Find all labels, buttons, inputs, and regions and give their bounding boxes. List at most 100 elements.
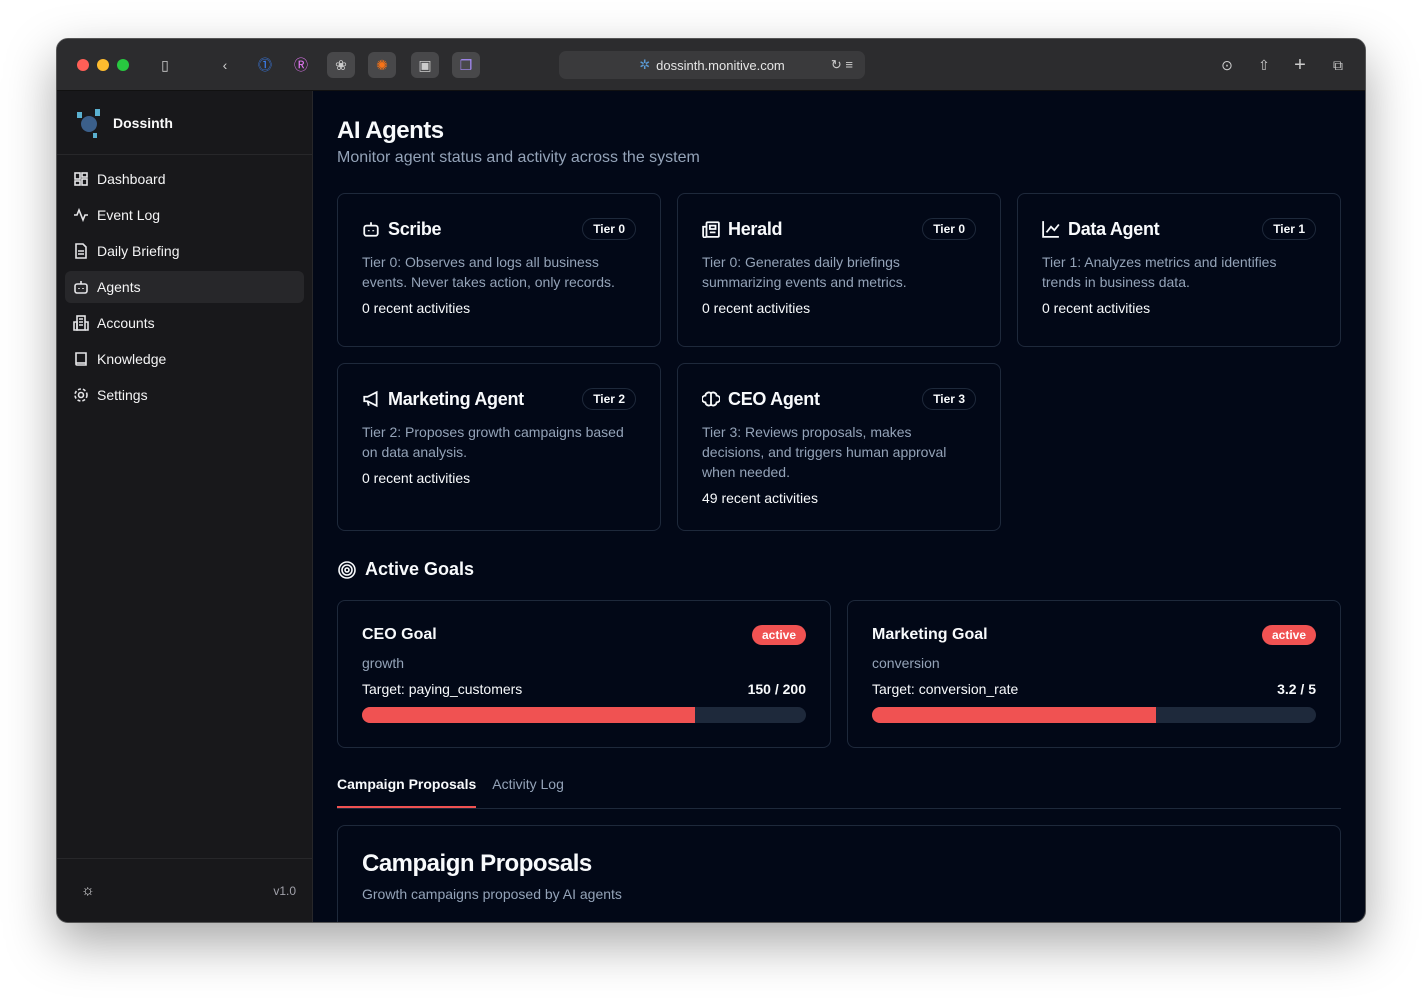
grid-icon bbox=[74, 172, 88, 186]
goal-target: Target: paying_customers bbox=[362, 681, 523, 697]
activity-count: 49 recent activities bbox=[702, 490, 818, 506]
agent-description: Tier 3: Reviews proposals, makes decisio… bbox=[702, 424, 947, 480]
goal-name: Marketing Goal bbox=[872, 626, 988, 643]
campaign-proposals-card: Campaign Proposals Growth campaigns prop… bbox=[337, 825, 1341, 922]
status-badge: active bbox=[1261, 625, 1316, 645]
password-extension-icon[interactable]: ⓵ bbox=[251, 52, 279, 78]
progress-fill bbox=[872, 707, 1157, 723]
sidebar-item-label: Accounts bbox=[97, 315, 155, 331]
file-icon bbox=[75, 243, 87, 259]
sidebar-item-label: Daily Briefing bbox=[97, 243, 180, 259]
agent-card[interactable]: Herald Tier 0 Tier 0: Generates daily brie… bbox=[677, 193, 1001, 347]
progress-fill bbox=[362, 707, 695, 723]
app-tab-icon[interactable]: ▣ bbox=[411, 52, 439, 78]
sidebar-item-agents[interactable]: Agents bbox=[65, 271, 304, 303]
r-extension-icon[interactable]: Ⓡ bbox=[287, 52, 315, 78]
activity-count: 0 recent activities bbox=[362, 470, 471, 486]
agent-description: Tier 1: Analyzes metrics and identifies … bbox=[1042, 254, 1277, 290]
goal-target: Target: conversion_rate bbox=[872, 681, 1019, 697]
reload-icon[interactable]: ↻ ≡ bbox=[831, 57, 853, 73]
progress-bar bbox=[362, 707, 806, 723]
tabs-tab-icon[interactable]: ❐ bbox=[452, 52, 480, 78]
app-name: Dossinth bbox=[113, 114, 173, 131]
agent-card[interactable]: Data Agent Tier 1 Tier 1: Analyzes metrics… bbox=[1017, 193, 1341, 347]
agent-card[interactable]: Scribe Tier 0 Tier 0: Observes and logs al… bbox=[337, 193, 661, 347]
sidebar-item-accounts[interactable]: Accounts bbox=[65, 307, 304, 339]
megaphone-icon bbox=[363, 390, 378, 408]
download-icon[interactable]: ⊙ bbox=[1213, 52, 1241, 78]
url-text: dossinth.monitive.com bbox=[656, 57, 785, 73]
theme-toggle-icon[interactable]: ☼ bbox=[81, 882, 95, 899]
proposals-title: Campaign Proposals bbox=[362, 850, 592, 877]
maximize-button[interactable] bbox=[117, 59, 129, 71]
sidebar: Dossinth Dashboard Event Log Daily Briefin… bbox=[57, 91, 313, 922]
sidebar-footer: ☼ v1.0 bbox=[57, 858, 312, 922]
sidebar-item-label: Dashboard bbox=[97, 171, 166, 187]
goal-category: conversion bbox=[872, 655, 940, 671]
agent-card[interactable]: CEO Agent Tier 3 Tier 3: Reviews proposals… bbox=[677, 363, 1001, 531]
goal-card: CEO Goal active growth Target: paying_custo… bbox=[337, 600, 831, 748]
minimize-button[interactable] bbox=[97, 59, 109, 71]
tab-activity-log[interactable]: Activity Log bbox=[492, 776, 564, 808]
tier-badge: Tier 0 bbox=[582, 218, 636, 240]
sidebar-item-label: Event Log bbox=[97, 207, 161, 223]
tab-overview-icon[interactable]: ⧉ bbox=[1324, 52, 1352, 78]
share-icon[interactable]: ⇧ bbox=[1250, 52, 1278, 78]
chatgpt-tab-icon[interactable]: ❀ bbox=[327, 52, 355, 78]
new-tab-icon[interactable]: + bbox=[1286, 52, 1314, 78]
goal-name: CEO Goal bbox=[362, 626, 437, 643]
goal-progress-text: 3.2 / 5 bbox=[1277, 681, 1316, 697]
sidebar-item-dashboard[interactable]: Dashboard bbox=[65, 163, 304, 195]
active-goals-heading: Active Goals bbox=[337, 559, 1341, 580]
building-icon bbox=[73, 315, 89, 331]
proposals-subtitle: Growth campaigns proposed by AI agents bbox=[362, 886, 622, 902]
bot-icon bbox=[363, 222, 379, 237]
claude-tab-icon[interactable]: ✺ bbox=[368, 52, 396, 78]
agent-description: Tier 2: Proposes growth campaigns based … bbox=[362, 424, 624, 460]
newspaper-icon bbox=[702, 221, 720, 238]
agent-name: Scribe bbox=[388, 218, 442, 239]
agent-card[interactable]: Marketing Agent Tier 2 Tier 2: Proposes gr… bbox=[337, 363, 661, 531]
tab-bar: Campaign Proposals Activity Log bbox=[337, 776, 1341, 809]
agents-grid: Scribe Tier 0 Tier 0: Observes and logs al… bbox=[337, 193, 1341, 531]
sidebar-toggle-icon[interactable]: ▯ bbox=[151, 52, 179, 78]
agent-name: CEO Agent bbox=[728, 388, 820, 409]
target-icon bbox=[338, 560, 356, 579]
goal-category: growth bbox=[362, 655, 405, 671]
agent-name: Herald bbox=[728, 218, 783, 239]
page-title: AI Agents bbox=[337, 117, 444, 144]
tier-badge: Tier 3 bbox=[922, 388, 976, 410]
version-label: v1.0 bbox=[273, 883, 296, 898]
back-icon[interactable]: ‹ bbox=[211, 52, 239, 78]
line-chart-icon bbox=[1042, 221, 1060, 238]
activity-count: 0 recent activities bbox=[362, 300, 471, 316]
section-title: Active Goals bbox=[365, 559, 475, 579]
goal-card: Marketing Goal active conversion Target: co… bbox=[847, 600, 1341, 748]
site-icon: ✲ bbox=[639, 57, 651, 72]
sidebar-item-event-log[interactable]: Event Log bbox=[65, 199, 304, 231]
goals-grid: CEO Goal active growth Target: paying_custo… bbox=[337, 600, 1341, 748]
goal-progress-text: 150 / 200 bbox=[747, 681, 806, 697]
status-badge: active bbox=[751, 625, 806, 645]
progress-bar bbox=[872, 707, 1316, 723]
agent-name: Data Agent bbox=[1068, 218, 1160, 239]
sidebar-item-daily-briefing[interactable]: Daily Briefing bbox=[65, 235, 304, 267]
bot-icon bbox=[74, 281, 88, 294]
gear-icon bbox=[74, 388, 88, 402]
close-button[interactable] bbox=[77, 59, 89, 71]
sidebar-item-settings[interactable]: Settings bbox=[65, 379, 304, 411]
agent-description: Tier 0: Observes and logs all business e… bbox=[362, 254, 615, 290]
activity-icon bbox=[74, 207, 88, 223]
sidebar-nav: Dashboard Event Log Daily Briefing Agents Ac… bbox=[57, 155, 312, 423]
agent-description: Tier 0: Generates daily briefings summar… bbox=[702, 254, 907, 290]
agent-name: Marketing Agent bbox=[388, 388, 524, 409]
address-bar[interactable]: ✲ dossinth.monitive.com ↻ ≡ bbox=[559, 51, 865, 79]
tab-campaign-proposals[interactable]: Campaign Proposals bbox=[337, 776, 477, 808]
sidebar-item-knowledge[interactable]: Knowledge bbox=[65, 343, 304, 375]
brain-icon bbox=[702, 391, 720, 407]
brand[interactable]: Dossinth bbox=[57, 91, 312, 155]
tier-badge: Tier 2 bbox=[582, 388, 636, 410]
book-icon bbox=[75, 352, 87, 366]
page-subtitle: Monitor agent status and activity across… bbox=[337, 149, 700, 166]
tier-badge: Tier 0 bbox=[922, 218, 976, 240]
